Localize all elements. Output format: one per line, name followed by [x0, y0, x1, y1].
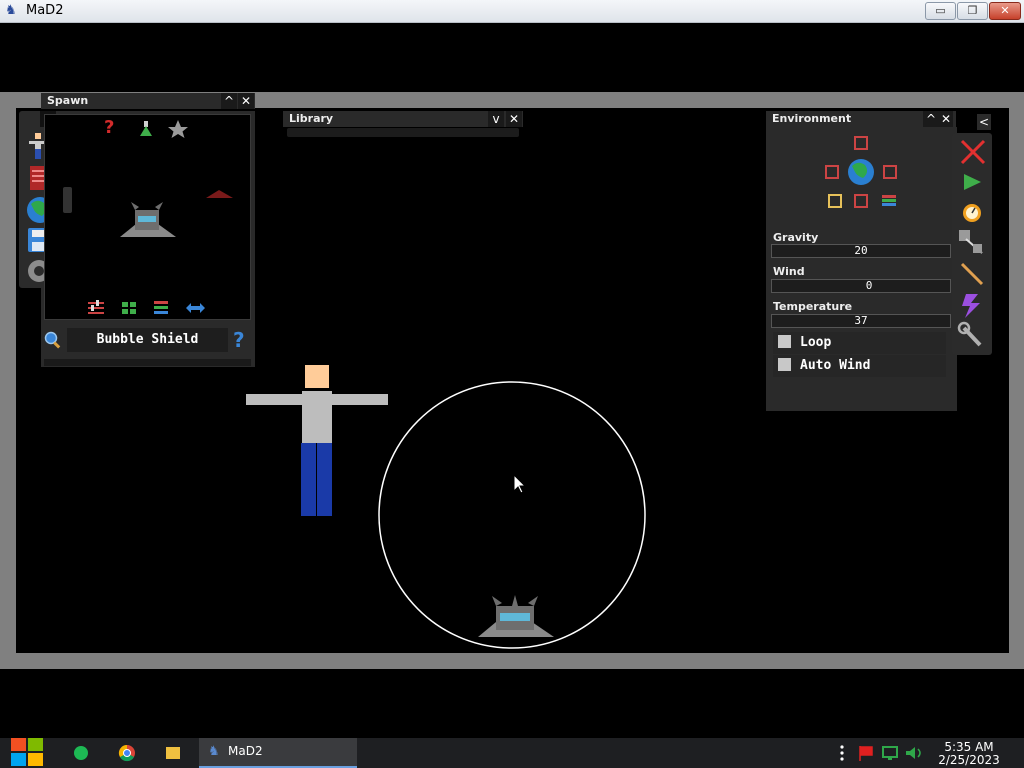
ragdoll-person[interactable]: [246, 365, 388, 516]
ragdoll-head: [305, 365, 329, 388]
timer-tool-icon[interactable]: [963, 204, 981, 222]
border-right-icon[interactable]: [883, 165, 897, 179]
border-left-icon[interactable]: [825, 165, 839, 179]
temperature-slider[interactable]: 37: [771, 314, 951, 328]
toolbar-collapse-button[interactable]: <: [977, 114, 991, 130]
system-tray: [840, 745, 921, 761]
pinned-apps: [74, 744, 180, 762]
sliders-icon[interactable]: [88, 300, 104, 314]
spawn-collapse-button[interactable]: ^: [221, 93, 237, 109]
clock-time[interactable]: 5:35 AM: [944, 740, 994, 754]
environment-panel-title: Environment: [772, 112, 852, 125]
library-panel-header[interactable]: Library: [283, 111, 523, 127]
search-icon[interactable]: [43, 330, 63, 350]
environment-layout-icons: [825, 136, 897, 208]
spotify-icon[interactable]: [74, 746, 88, 760]
clock-date[interactable]: 2/25/2023: [938, 753, 1000, 767]
wrench-tool-icon[interactable]: [957, 321, 982, 347]
spawn-view-options: [88, 300, 205, 314]
grid-view-icon[interactable]: [122, 302, 136, 314]
drag-tool-icon[interactable]: [959, 230, 983, 254]
gravity-label: Gravity: [773, 231, 819, 244]
spawn-panel-footer: [44, 359, 251, 366]
flag-icon[interactable]: [859, 746, 873, 761]
auto-wind-toggle[interactable]: Auto Wind: [773, 355, 946, 377]
auto-wind-checkbox[interactable]: [778, 358, 791, 371]
volume-icon[interactable]: [906, 747, 921, 759]
spawn-filter-icons: [140, 120, 188, 138]
swap-arrows-icon[interactable]: [186, 303, 205, 313]
flask-icon[interactable]: [140, 121, 152, 136]
library-panel-body: [287, 128, 519, 137]
taskbar-app-label: MaD2: [228, 744, 263, 758]
floor-texture-icon[interactable]: [828, 194, 842, 208]
loop-checkbox[interactable]: [778, 335, 791, 348]
network-icon[interactable]: [882, 746, 898, 760]
border-top-icon[interactable]: [854, 136, 868, 150]
auto-wind-label: Auto Wind: [800, 358, 871, 373]
star-icon[interactable]: [168, 120, 188, 138]
lightning-tool-icon[interactable]: [962, 294, 980, 318]
chrome-icon[interactable]: [118, 744, 135, 762]
preview-scroll-handle[interactable]: [63, 187, 72, 213]
wind-slider[interactable]: 0: [771, 279, 951, 293]
tool-bar-icons: [957, 139, 986, 347]
ragdoll-left-leg: [301, 443, 316, 516]
help-icon[interactable]: ?: [233, 328, 245, 352]
knife-tool-icon[interactable]: [960, 262, 984, 286]
bubble-shield-generator[interactable]: [478, 595, 554, 637]
random-spawn-icon[interactable]: ?: [104, 117, 114, 138]
taskbar-app-icon: ♞: [208, 744, 220, 759]
spawn-close-button[interactable]: ✕: [238, 93, 254, 109]
spawn-preview-item: [120, 190, 233, 237]
selected-item-field[interactable]: Bubble Shield: [67, 328, 228, 352]
environment-close-button[interactable]: ✕: [939, 111, 953, 127]
gravity-slider[interactable]: 20: [771, 244, 951, 258]
list-view-icon[interactable]: [154, 301, 168, 314]
wind-label: Wind: [773, 265, 805, 278]
start-button-icon[interactable]: [10, 737, 46, 767]
delete-tool-icon[interactable]: [960, 139, 986, 165]
temperature-label: Temperature: [773, 300, 853, 313]
mouse-cursor: [513, 473, 527, 494]
library-close-button[interactable]: ✕: [506, 111, 522, 127]
file-explorer-icon[interactable]: [166, 747, 180, 759]
taskbar-app-button[interactable]: [199, 738, 357, 768]
loop-toggle[interactable]: Loop: [773, 332, 946, 354]
ragdoll-torso: [302, 391, 332, 443]
play-tool-icon[interactable]: [964, 174, 981, 190]
overflow-menu-icon[interactable]: [840, 745, 844, 761]
library-panel-title: Library: [289, 112, 334, 125]
world-globe-icon[interactable]: [848, 159, 874, 185]
environment-collapse-button[interactable]: ^: [923, 111, 939, 127]
layers-icon[interactable]: [882, 195, 896, 206]
ragdoll-right-leg: [317, 443, 332, 516]
border-bottom-icon[interactable]: [854, 194, 868, 208]
spawn-panel-title: Spawn: [47, 94, 89, 107]
library-dropdown-button[interactable]: v: [488, 111, 504, 127]
loop-label: Loop: [800, 335, 832, 350]
